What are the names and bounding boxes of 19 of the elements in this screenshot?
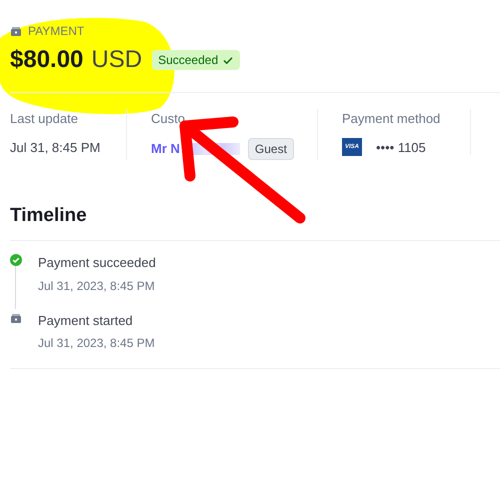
event-title: Payment succeeded xyxy=(38,254,156,272)
summary-label: Payment method xyxy=(342,110,442,128)
page-label: PAYMENT xyxy=(28,23,84,40)
summary-label: Custo xyxy=(151,110,186,128)
guest-badge: Guest xyxy=(248,138,294,160)
event-title: Payment started xyxy=(38,312,134,330)
status-badge: Succeeded xyxy=(152,50,240,70)
wallet-icon xyxy=(10,25,22,37)
currency: USD xyxy=(91,45,142,75)
customer-link[interactable]: Mr N xyxy=(151,138,180,158)
card-number: •••• 1105 xyxy=(376,138,426,156)
event-time: Jul 31, 2023, 8:45 PM xyxy=(38,278,156,294)
event-time: Jul 31, 2023, 8:45 PM xyxy=(38,335,155,352)
section-title: Timeline xyxy=(10,204,87,226)
wallet-icon xyxy=(10,312,22,324)
summary-label: Last update xyxy=(10,110,79,128)
check-circle-icon xyxy=(10,254,22,266)
summary-value: Jul 31, 8:45 PM xyxy=(10,138,102,156)
amount: $80.00 xyxy=(10,45,84,75)
